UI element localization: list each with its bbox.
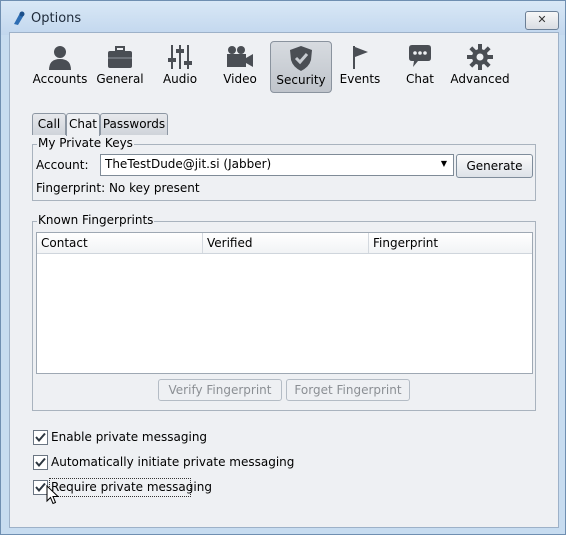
private-keys-group: My Private Keys Account: TheTestDude@jit… [32,136,536,201]
checkmark-icon [35,432,46,443]
toolbar-label-advanced: Advanced [450,72,510,86]
toolbar-accounts[interactable]: Accounts [30,41,90,91]
private-keys-title: My Private Keys [37,136,134,150]
flag-icon [353,46,368,69]
checkbox[interactable] [33,455,48,470]
toolbar-label-audio: Audio [162,72,198,86]
tab-call[interactable]: Call [32,113,66,135]
toolbar-security[interactable]: Security [270,41,332,93]
chevron-down-icon: ▼ [440,159,448,168]
fingerprint-status: Fingerprint: No key present [36,181,200,195]
toolbar-advanced[interactable]: Advanced [450,41,510,91]
mixer-icon [168,45,192,69]
verify-fingerprint-button[interactable]: Verify Fingerprint [158,379,282,401]
fingerprints-table-header: Contact Verified Fingerprint [37,233,532,254]
checkmark-icon [35,457,46,468]
briefcase-icon [108,46,132,68]
mouse-cursor-icon [46,485,60,505]
toolbar-label-accounts: Accounts [32,72,88,86]
close-button[interactable]: ✕ [525,11,559,30]
option-require-private-messaging[interactable]: Require private messaging [32,478,332,505]
forget-fingerprint-button[interactable]: Forget Fingerprint [286,379,410,401]
checkbox-label: Require private messaging [51,480,212,494]
known-fingerprints-title: Known Fingerprints [37,213,155,227]
gear-icon [467,44,493,70]
options-window: Options ✕ Accounts General Audio Video S… [0,0,566,535]
toolbar-video[interactable]: Video [210,41,270,91]
column-fingerprint[interactable]: Fingerprint [369,233,532,253]
checkbox-label: Automatically initiate private messaging [51,455,295,469]
toolbar-general[interactable]: General [90,41,150,91]
account-select[interactable]: TheTestDude@jit.si (Jabber) ▼ [100,154,454,176]
checkbox-label: Enable private messaging [51,430,208,444]
account-select-value: TheTestDude@jit.si (Jabber) [105,157,272,171]
shield-icon [290,46,312,71]
toolbar-label-video: Video [223,72,257,86]
toolbar-label-chat: Chat [405,72,435,86]
window-title: Options [31,11,82,26]
tab-chat[interactable]: Chat [66,113,100,136]
column-contact[interactable]: Contact [37,233,203,253]
camera-icon [227,46,253,67]
checkmark-icon [35,482,46,493]
toolbar-label-events: Events [339,72,381,86]
tab-passwords[interactable]: Passwords [100,113,168,135]
accounts-icon [49,46,71,70]
app-icon [14,11,25,25]
toolbar-chat[interactable]: Chat [390,41,450,91]
toolbar-audio[interactable]: Audio [150,41,210,91]
option-enable-private-messaging[interactable]: Enable private messaging [32,429,332,447]
fingerprints-table[interactable]: Contact Verified Fingerprint [36,232,533,374]
generate-button[interactable]: Generate [456,154,533,178]
title-bar[interactable]: Options ✕ [1,1,565,35]
account-label: Account: [36,158,89,172]
toolbar-events[interactable]: Events [330,41,390,91]
checkbox[interactable] [33,430,48,445]
chat-icon [409,45,431,67]
toolbar-label-general: General [96,72,144,86]
option-auto-initiate-private-messaging[interactable]: Automatically initiate private messaging [32,454,332,472]
known-fingerprints-group: Known Fingerprints Contact Verified Fing… [32,213,536,411]
toolbar-label-security: Security [276,73,326,87]
dialog-content: Accounts General Audio Video Security Ev… [9,32,559,528]
column-verified[interactable]: Verified [203,233,369,253]
